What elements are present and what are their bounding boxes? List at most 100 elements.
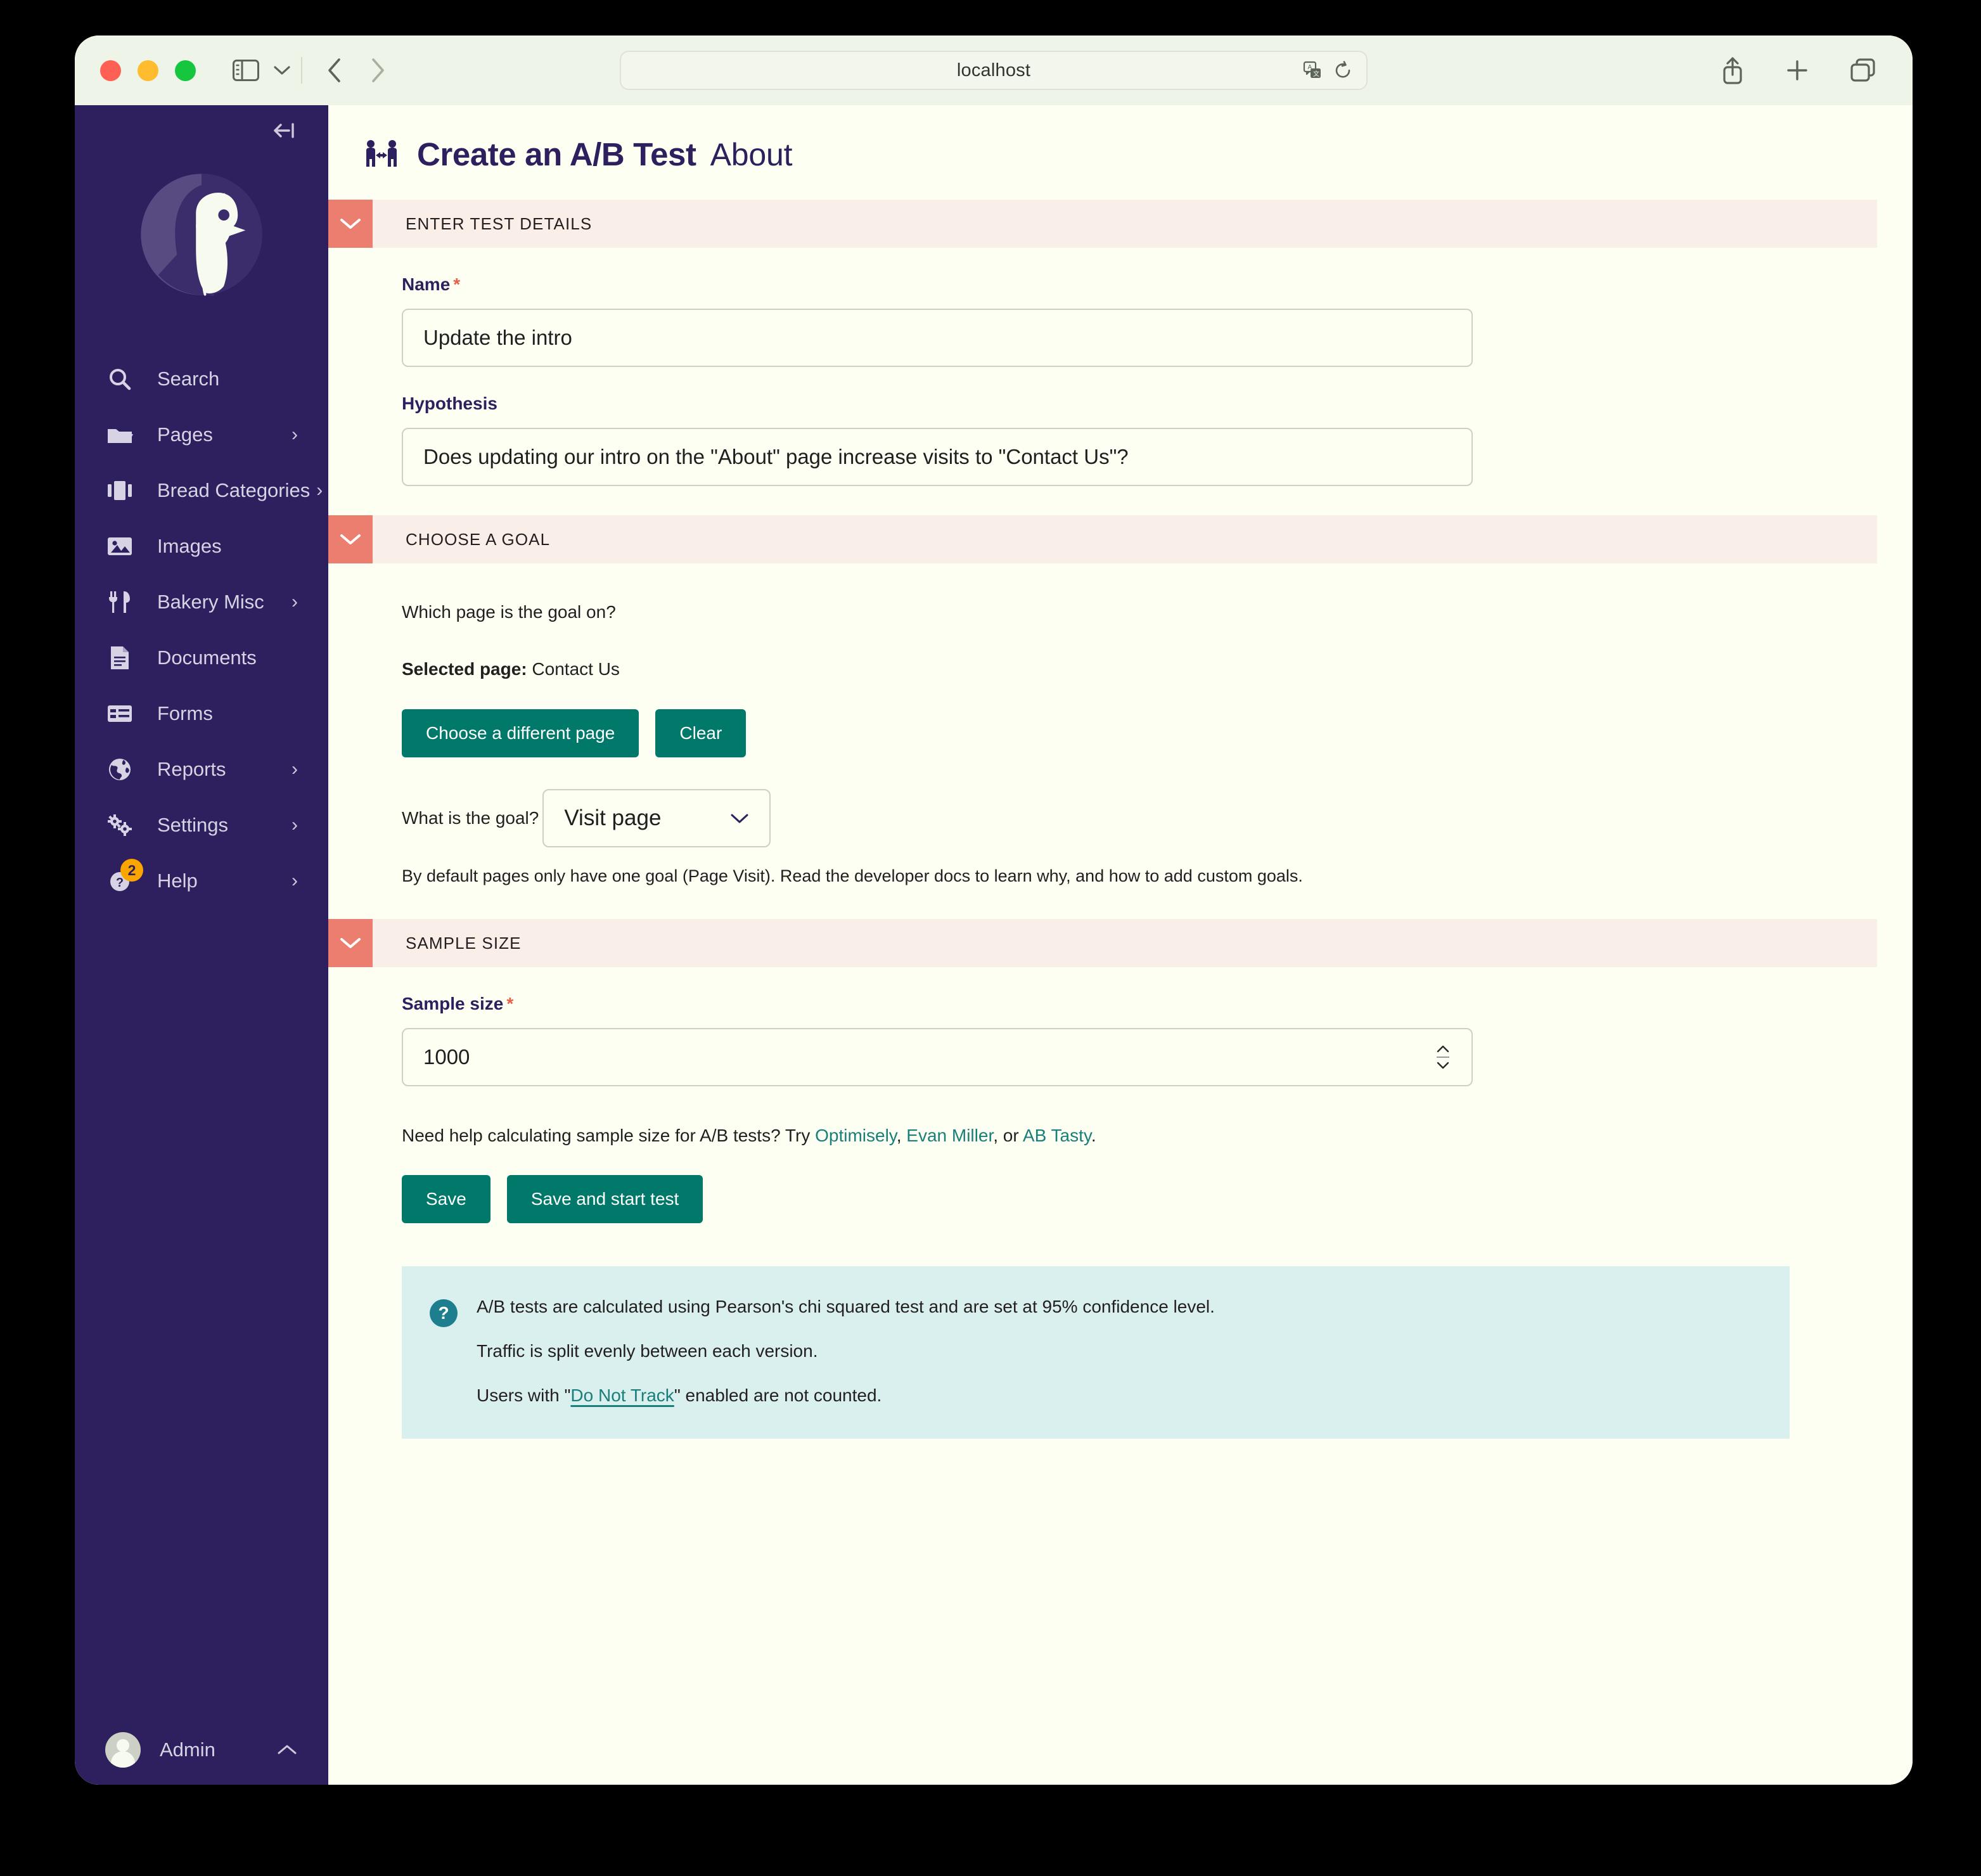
toolbar-right-actions (1720, 56, 1877, 85)
chevron-down-icon[interactable] (273, 65, 291, 76)
section-toggle-sample[interactable] (328, 919, 373, 967)
window-traffic-lights (100, 60, 196, 81)
info-line-3-suffix: " enabled are not counted. (674, 1385, 882, 1405)
sidebar-item-label: Settings (157, 814, 229, 836)
section-title-details: ENTER TEST DETAILS (406, 214, 593, 233)
sidebar-item-search[interactable]: Search (75, 351, 328, 407)
browser-window: localhost A 文 Search Pages › Bread Categ… (75, 35, 1913, 1785)
main-content: Create an A/B Test About ENTER TEST DETA… (328, 105, 1913, 1785)
sample-size-input[interactable]: 1000 (402, 1028, 1473, 1086)
goal-page-buttons: Choose a different page Clear (402, 709, 1913, 757)
field-label-name: Name * (402, 274, 1913, 295)
name-input[interactable]: Update the intro (402, 309, 1473, 367)
sidebar-item-forms[interactable]: Forms (75, 686, 328, 742)
ab-test-icon (365, 139, 398, 170)
help-badge: 2 (120, 859, 143, 882)
snippets-icon (105, 480, 134, 501)
avatar (105, 1732, 141, 1768)
chevron-right-icon: › (316, 480, 323, 501)
name-input-value: Update the intro (423, 326, 572, 349)
sidebar-item-images[interactable]: Images (75, 518, 328, 574)
toolbar-divider (301, 57, 302, 84)
save-button[interactable]: Save (402, 1175, 490, 1223)
reload-icon[interactable] (1333, 61, 1352, 80)
cogs-icon (105, 813, 134, 837)
hypothesis-input[interactable]: Does updating our intro on the "About" p… (402, 428, 1473, 486)
goal-type-value: Visit page (564, 806, 662, 830)
sidebar-nav: Search Pages › Bread Categories › Images… (75, 351, 328, 909)
selected-page-value: Contact Us (532, 659, 620, 679)
section-header-details: ENTER TEST DETAILS (328, 200, 1877, 248)
sidebar-item-label: Bread Categories (157, 479, 311, 501)
required-marker: * (506, 994, 514, 1013)
section-title-goal: CHOOSE A GOAL (406, 529, 551, 549)
info-line-2: Traffic is split evenly between each ver… (477, 1341, 818, 1361)
info-line-3-prefix: Users with " (477, 1385, 571, 1405)
link-evan-miller[interactable]: Evan Miller (906, 1126, 993, 1145)
helper-sep-2: , or (993, 1126, 1023, 1145)
required-marker: * (453, 274, 461, 294)
section-title-sample: SAMPLE SIZE (406, 933, 522, 953)
chevron-right-icon: › (292, 814, 298, 835)
share-icon[interactable] (1720, 56, 1745, 85)
save-and-start-test-button[interactable]: Save and start test (506, 1175, 703, 1223)
svg-text:文: 文 (1313, 70, 1319, 78)
goal-type-select[interactable]: Visit page (542, 789, 771, 847)
sidebar-item-bread-categories[interactable]: Bread Categories › (75, 463, 328, 518)
chevron-right-icon: › (292, 591, 298, 612)
sidebar-item-reports[interactable]: Reports › (75, 742, 328, 797)
sidebar-item-help[interactable]: ? 2 Help › (75, 853, 328, 909)
helper-prefix: Need help calculating sample size for A/… (402, 1126, 816, 1145)
chevron-right-icon: › (292, 870, 298, 891)
admin-sidebar: Search Pages › Bread Categories › Images… (75, 105, 328, 1785)
wagtail-logo-wrapper[interactable] (75, 156, 328, 351)
info-line-3: Users with "Do Not Track" enabled are no… (477, 1385, 1215, 1406)
save-buttons: Save Save and start test (402, 1175, 1913, 1223)
address-bar[interactable]: localhost A 文 (620, 51, 1368, 90)
document-icon (105, 645, 134, 671)
field-label-hypothesis: Hypothesis (402, 394, 497, 413)
sidebar-toggle-icon[interactable] (233, 60, 259, 81)
sidebar-account-button[interactable]: Admin (75, 1715, 328, 1785)
number-stepper-icon[interactable] (1436, 1044, 1450, 1070)
forward-arrow-icon[interactable] (369, 58, 386, 83)
plus-icon[interactable] (1785, 58, 1810, 83)
sidebar-item-documents[interactable]: Documents (75, 630, 328, 686)
globe-icon (105, 757, 134, 782)
field-label-name-text: Name (402, 274, 451, 294)
back-arrow-icon[interactable] (326, 58, 343, 83)
tabs-icon[interactable] (1849, 57, 1877, 84)
forms-icon (105, 704, 134, 724)
sidebar-item-settings[interactable]: Settings › (75, 797, 328, 853)
clear-page-button[interactable]: Clear (655, 709, 747, 757)
sidebar-item-label: Reports (157, 758, 226, 780)
minimize-window-button[interactable] (138, 60, 158, 81)
selected-page-label: Selected page: (402, 659, 527, 679)
sidebar-item-label: Pages (157, 423, 213, 446)
collapse-sidebar-icon[interactable] (75, 105, 328, 156)
sidebar-item-bakery-misc[interactable]: Bakery Misc › (75, 574, 328, 630)
link-optimisely[interactable]: Optimisely (815, 1126, 897, 1145)
account-name: Admin (160, 1738, 215, 1761)
section-toggle-goal[interactable] (328, 515, 373, 563)
field-label-sample-size-text: Sample size (402, 994, 504, 1013)
sidebar-item-label: Help (157, 870, 198, 892)
chevron-down-icon (730, 812, 749, 825)
close-window-button[interactable] (100, 60, 121, 81)
question-mark-icon: ? (430, 1299, 458, 1327)
choose-different-page-button[interactable]: Choose a different page (402, 709, 639, 757)
maximize-window-button[interactable] (175, 60, 196, 81)
wagtail-admin: Search Pages › Bread Categories › Images… (75, 105, 1913, 1785)
goal-type-label: What is the goal? (402, 808, 539, 828)
sidebar-item-pages[interactable]: Pages › (75, 407, 328, 463)
link-do-not-track[interactable]: Do Not Track (570, 1385, 674, 1405)
cutlery-icon (105, 590, 134, 614)
translate-icon[interactable]: A 文 (1303, 61, 1322, 80)
link-ab-tasty[interactable]: AB Tasty (1023, 1126, 1091, 1145)
sidebar-item-label: Images (157, 535, 222, 557)
section-header-sample: SAMPLE SIZE (328, 919, 1877, 967)
chevron-up-icon (276, 1744, 298, 1756)
sample-size-value: 1000 (423, 1045, 470, 1069)
section-toggle-details[interactable] (328, 200, 373, 248)
help-circle-icon: ? 2 (105, 859, 143, 894)
